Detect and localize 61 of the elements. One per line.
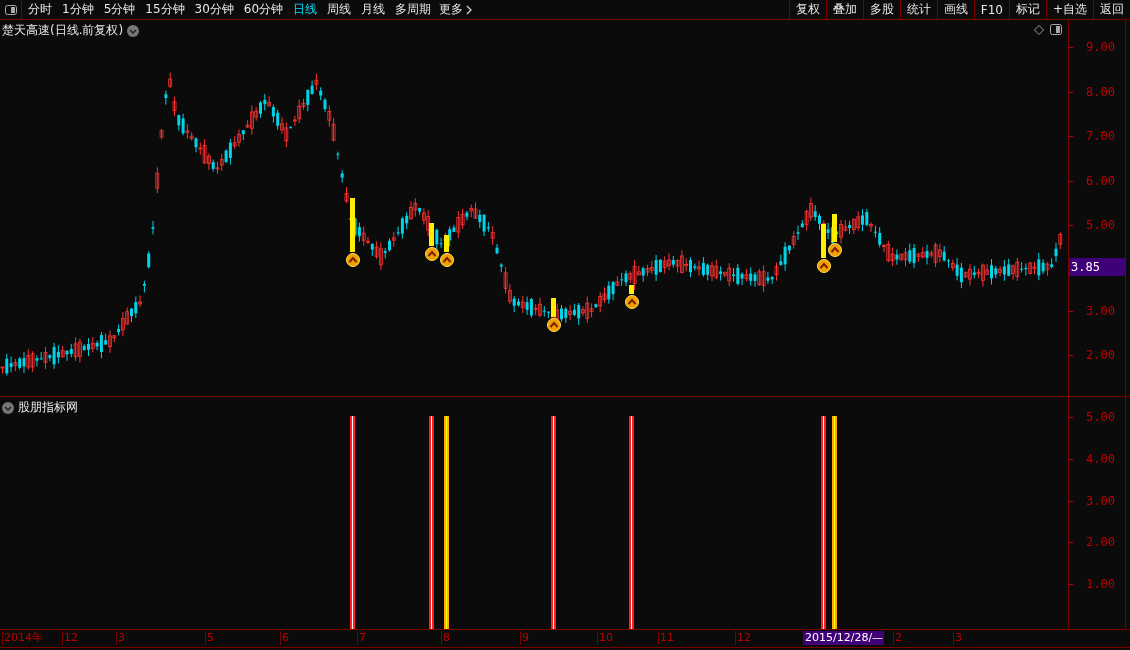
toolbar-button[interactable]: 标记 (1008, 0, 1046, 19)
indicator-axis-label: 2.00 (1086, 535, 1115, 549)
price-axis-label: 2.00 (1086, 348, 1115, 362)
period-tab[interactable]: 15分钟 (141, 0, 189, 19)
date-axis-label: 8 (441, 631, 451, 645)
date-axis-label: 2015/12/28/— (803, 631, 885, 645)
stock-title: 楚天高速(日线.前复权) (2, 22, 124, 39)
date-axis-label: 10 (597, 631, 614, 645)
signal-candle (821, 224, 826, 258)
price-axis-label: 8.00 (1086, 85, 1115, 99)
price-axis-label: 9.00 (1086, 40, 1115, 54)
date-axis-label: 5 (205, 631, 215, 645)
date-axis-label: 2 (893, 631, 903, 645)
signal-candle (350, 198, 355, 252)
toolbar-button[interactable]: 叠加 (825, 0, 863, 19)
indicator-axis-label: 5.00 (1086, 410, 1115, 424)
date-axis-label: 12 (62, 631, 79, 645)
toolbar-button[interactable]: F10 (973, 0, 1009, 19)
period-tab[interactable]: 5分钟 (99, 0, 140, 19)
signal-candle (551, 298, 556, 317)
date-axis-label: 6 (280, 631, 290, 645)
toolbar-button[interactable]: +自选 (1045, 0, 1093, 19)
indicator-axis-label: 3.00 (1086, 494, 1115, 508)
indicator-title: 股朋指标网 (18, 399, 78, 416)
signal-candle (629, 285, 634, 294)
date-axis-label: 11 (658, 631, 675, 645)
toolbar-button[interactable]: 复权 (788, 0, 826, 19)
price-axis-label: 7.00 (1086, 129, 1115, 143)
date-axis-label: 2014年 (2, 631, 44, 645)
toolbar-button[interactable]: 返回 (1093, 0, 1130, 19)
period-tab[interactable]: 30分钟 (190, 0, 238, 19)
signal-candle (832, 214, 837, 242)
diamond-icon[interactable] (1034, 25, 1044, 35)
date-axis-label: 3 (953, 631, 963, 645)
indicator-axis-label: 1.00 (1086, 577, 1115, 591)
signal-candle (444, 235, 449, 252)
period-tab[interactable]: 周线 (323, 0, 356, 19)
chevron-down-icon[interactable] (2, 401, 14, 414)
period-tab[interactable]: 60分钟 (239, 0, 288, 19)
more-button[interactable]: 更多 (435, 0, 477, 19)
indicator-axis-label: 4.00 (1086, 452, 1115, 466)
toolbar-button[interactable]: 多股 (862, 0, 900, 19)
period-tab[interactable]: 1分钟 (58, 0, 98, 19)
price-axis-label: 6.00 (1086, 174, 1115, 188)
toolbar-button[interactable]: 画线 (936, 0, 974, 19)
date-axis-label: 9 (520, 631, 530, 645)
date-axis-label: 7 (357, 631, 367, 645)
period-tab[interactable]: 日线 (289, 0, 322, 19)
chevron-down-icon[interactable] (127, 24, 140, 37)
last-price-badge: 3.85 (1069, 258, 1125, 276)
chevron-right-icon (466, 4, 473, 15)
date-axis-label: 3 (116, 631, 126, 645)
price-axis-label: 5.00 (1086, 218, 1115, 232)
price-axis-label: 3.00 (1086, 304, 1115, 318)
period-tab[interactable]: 多周期 (391, 0, 436, 19)
toolbar-button[interactable]: 统计 (899, 0, 937, 19)
period-tab[interactable]: 分时 (24, 0, 56, 19)
date-axis-label: 12 (735, 631, 752, 645)
panel-toggle-icon[interactable] (1050, 24, 1062, 35)
signal-candle (429, 223, 434, 246)
period-tab[interactable]: 月线 (357, 0, 390, 19)
